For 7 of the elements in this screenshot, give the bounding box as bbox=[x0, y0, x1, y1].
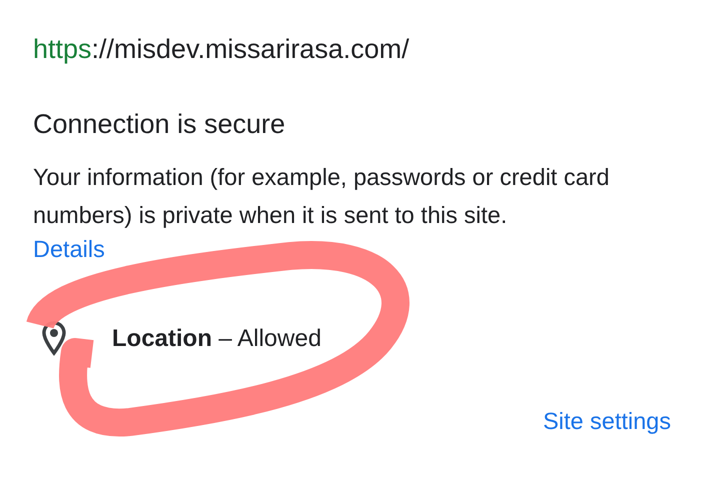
connection-description: Your information (for example, passwords or credit card numbers) is private when it is sent to this site. bbox=[33, 163, 610, 230]
permission-status: Location – Allowed bbox=[112, 325, 322, 353]
location-pin-icon bbox=[41, 320, 67, 358]
site-url: https://misdev.missarirasa.com/ bbox=[33, 34, 410, 65]
connection-title: Connection is secure bbox=[33, 109, 286, 140]
site-settings-link[interactable]: Site settings bbox=[542, 408, 671, 435]
details-link[interactable]: Details bbox=[33, 234, 105, 264]
